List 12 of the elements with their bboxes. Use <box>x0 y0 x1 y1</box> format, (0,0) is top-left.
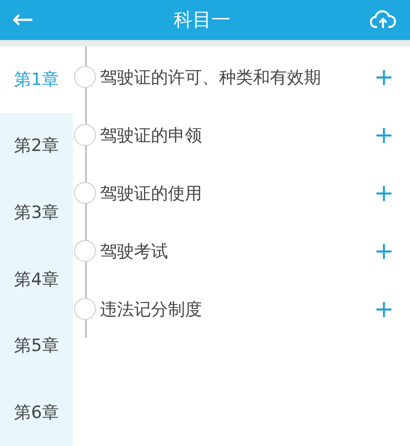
section-title[interactable]: 驾驶考试 <box>100 240 168 262</box>
cloud-upload-icon[interactable] <box>370 9 396 31</box>
section-title[interactable]: 违法记分制度 <box>100 298 202 320</box>
section-title[interactable]: 驾驶证的许可、种类和有效期 <box>100 66 321 88</box>
chapter-tab[interactable]: 第2章 <box>0 112 73 180</box>
chapter-tab[interactable]: 第4章 <box>0 246 73 312</box>
chapter-tab[interactable]: 第3章 <box>0 179 73 246</box>
section-title[interactable]: 驾驶证的申领 <box>100 124 202 146</box>
chapter-tab[interactable]: 第6章 <box>0 378 73 446</box>
section-title[interactable]: 驾驶证的使用 <box>100 182 202 204</box>
chapter-tab[interactable]: 第5章 <box>0 312 73 379</box>
page-title: 科目一 <box>173 8 230 33</box>
